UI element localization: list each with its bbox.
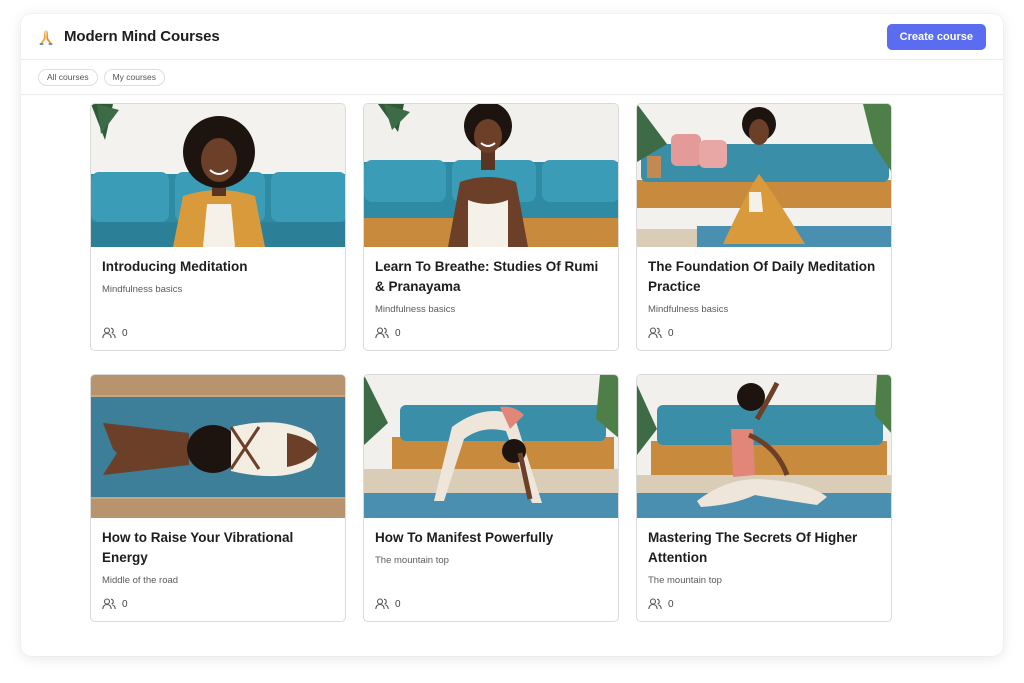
app-title: Modern Mind Courses: [64, 28, 220, 45]
course-subtitle: The mountain top: [375, 555, 449, 566]
course-subtitle: The mountain top: [648, 575, 722, 586]
member-count-value: 0: [395, 327, 401, 339]
header: Modern Mind Courses Create course: [21, 14, 1003, 60]
course-grid: Introducing Meditation Mindfulness basic…: [90, 103, 892, 622]
course-card[interactable]: Introducing Meditation Mindfulness basic…: [90, 103, 346, 351]
course-subtitle: Middle of the road: [102, 575, 179, 586]
course-card[interactable]: The Foundation Of Daily Meditation Pract…: [636, 103, 892, 351]
users-icon: [375, 598, 389, 610]
users-icon: [102, 598, 116, 610]
member-count-value: 0: [668, 598, 674, 610]
member-count: 0: [102, 327, 128, 339]
course-subtitle: Mindfulness basics: [375, 304, 456, 315]
member-count: 0: [102, 598, 128, 610]
users-icon: [375, 327, 389, 339]
member-count: 0: [648, 598, 674, 610]
users-icon: [102, 327, 116, 339]
member-count: 0: [375, 327, 401, 339]
member-count: 0: [375, 598, 401, 610]
course-thumbnail[interactable]: [364, 375, 618, 518]
member-count-value: 0: [122, 598, 128, 610]
praying-hands-icon: [39, 29, 53, 45]
course-card[interactable]: Mastering The Secrets Of Higher Attentio…: [636, 374, 892, 622]
course-title[interactable]: How To Manifest Powerfully: [375, 528, 606, 548]
course-title[interactable]: The Foundation Of Daily Meditation Pract…: [648, 257, 879, 297]
filter-my-courses[interactable]: My courses: [103, 68, 166, 86]
member-count-value: 0: [395, 598, 401, 610]
create-course-button[interactable]: Create course: [886, 23, 986, 50]
member-count-value: 0: [122, 327, 128, 339]
member-count-value: 0: [668, 327, 674, 339]
course-thumbnail[interactable]: [364, 104, 618, 247]
course-thumbnail[interactable]: [637, 104, 891, 247]
course-thumbnail[interactable]: [91, 104, 345, 247]
course-card[interactable]: How to Raise Your Vibrational Energy Mid…: [90, 374, 346, 622]
users-icon: [648, 598, 662, 610]
course-thumbnail[interactable]: [637, 375, 891, 518]
course-subtitle: Mindfulness basics: [102, 284, 183, 295]
filter-bar: All courses My courses: [21, 60, 1003, 95]
course-card[interactable]: How To Manifest Powerfully The mountain …: [363, 374, 619, 622]
course-title[interactable]: How to Raise Your Vibrational Energy: [102, 528, 333, 568]
course-title[interactable]: Introducing Meditation: [102, 257, 333, 277]
course-subtitle: Mindfulness basics: [648, 304, 729, 315]
course-title[interactable]: Mastering The Secrets Of Higher Attentio…: [648, 528, 879, 568]
course-card[interactable]: Learn To Breathe: Studies Of Rumi & Pran…: [363, 103, 619, 351]
member-count: 0: [648, 327, 674, 339]
filter-all-courses[interactable]: All courses: [38, 68, 98, 86]
users-icon: [648, 327, 662, 339]
course-thumbnail[interactable]: [91, 375, 345, 518]
course-title[interactable]: Learn To Breathe: Studies Of Rumi & Pran…: [375, 257, 606, 297]
